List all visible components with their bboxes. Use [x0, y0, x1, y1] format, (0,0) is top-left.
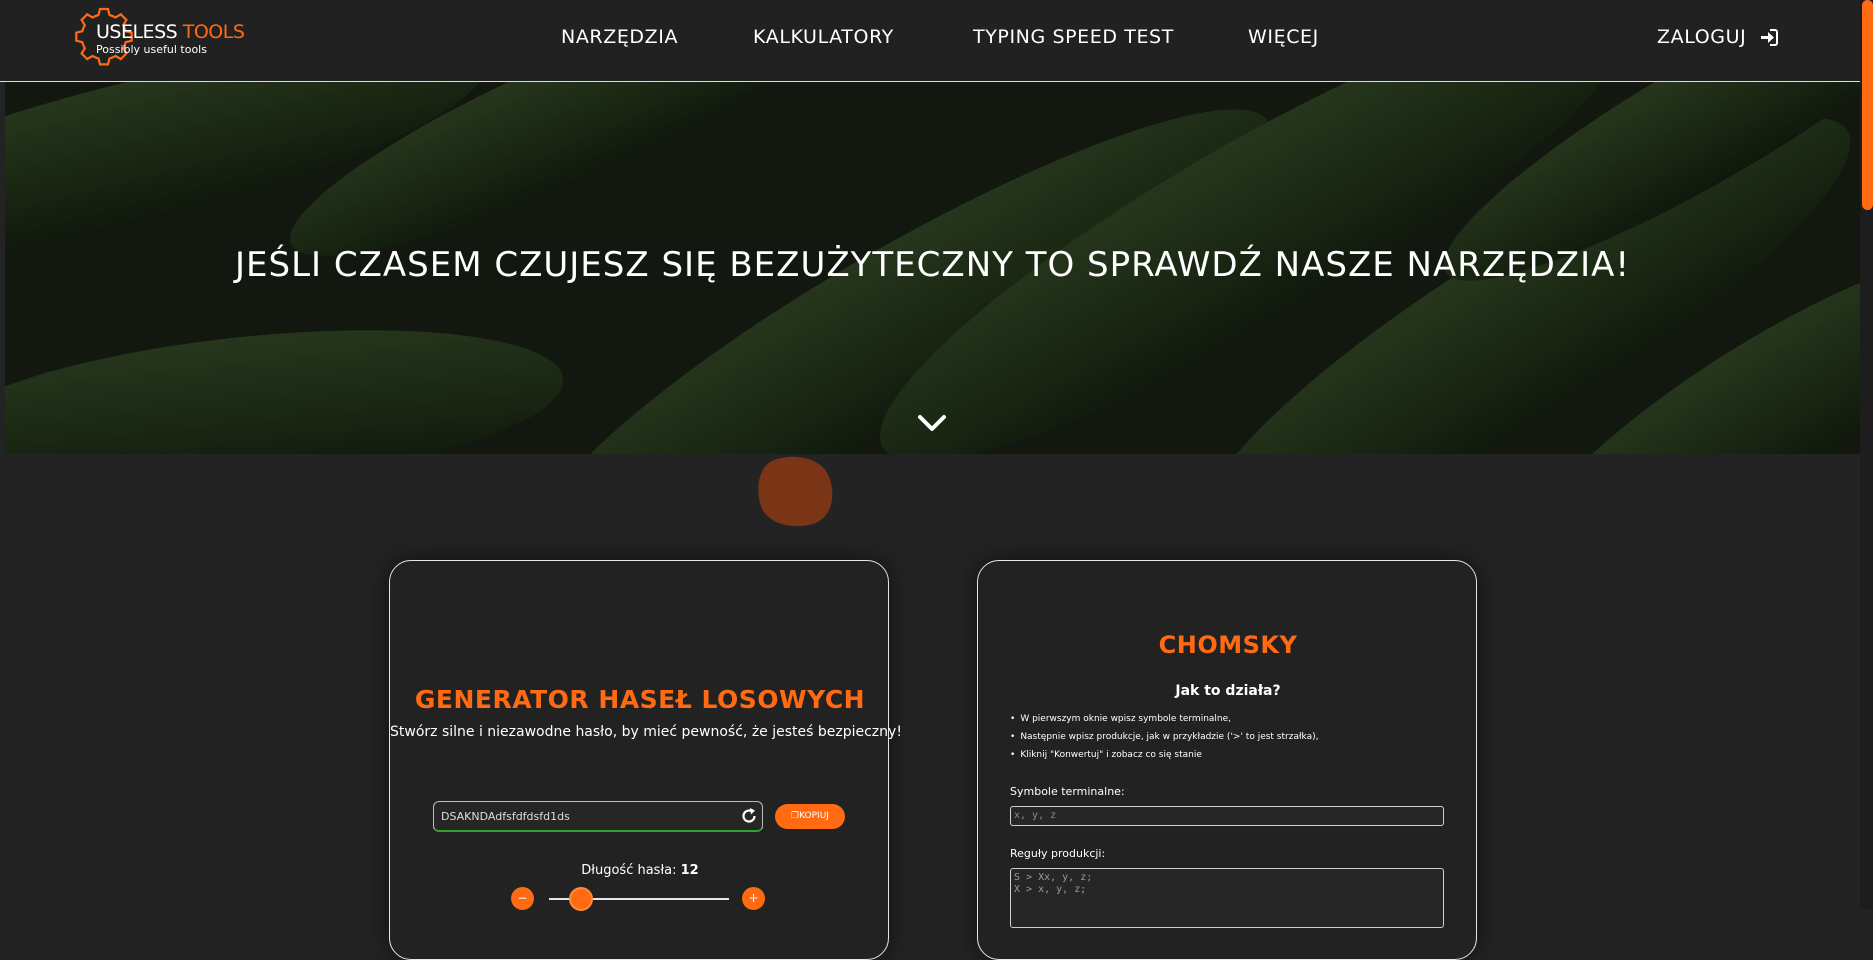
- login-label: ZALOGUJ: [1657, 26, 1747, 48]
- scrollbar-thumb[interactable]: [1862, 0, 1873, 210]
- top-navbar: USELESS TOOLS Possibly useful tools NARZ…: [0, 0, 1860, 82]
- password-generator-card: GENERATOR HASEŁ LOSOWYCH Stwórz silne i …: [389, 560, 902, 960]
- sign-in-icon: [1761, 28, 1779, 46]
- list-item: W pierwszym oknie wpisz symbole terminal…: [1010, 710, 1318, 728]
- decorative-blob: [758, 456, 833, 527]
- rules-label: Reguły produkcji:: [1010, 847, 1106, 860]
- terminals-label: Symbole terminalne:: [1010, 785, 1125, 798]
- password-generator-subtitle: Stwórz silne i niezawodne hasło, by mieć…: [390, 724, 902, 740]
- copy-button[interactable]: ❐KOPIUJ: [775, 804, 845, 829]
- password-length-label: Długość hasła: 12: [581, 863, 699, 878]
- site-logo[interactable]: USELESS TOOLS Possibly useful tools: [74, 5, 245, 71]
- page-scrollbar[interactable]: [1860, 0, 1873, 909]
- chomsky-title: CHOMSKY: [1158, 631, 1298, 659]
- nav-narzedzia[interactable]: NARZĘDZIA: [561, 26, 678, 48]
- login-button[interactable]: ZALOGUJ: [1657, 26, 1779, 48]
- password-length-value: 12: [680, 863, 699, 878]
- hero-banner: JEŚLI CZASEM CZUJESZ SIĘ BEZUŻYTECZNY TO…: [5, 82, 1860, 454]
- chevron-down-icon[interactable]: [917, 412, 947, 434]
- rules-textarea[interactable]: S > Xx, y, z; X > x, y, z;: [1010, 868, 1444, 928]
- terminals-input[interactable]: x, y, z: [1010, 806, 1444, 826]
- list-item: Kliknij "Konwertuj" i zobacz co się stan…: [1010, 746, 1318, 764]
- instructions-list: W pierwszym oknie wpisz symbole terminal…: [1010, 710, 1318, 764]
- copy-icon: ❐: [791, 811, 800, 821]
- nav-wiecej[interactable]: WIĘCEJ: [1248, 26, 1319, 48]
- password-output-field[interactable]: DSAKNDAdfsfdfdsfd1ds: [433, 801, 763, 832]
- decrease-length-button[interactable]: −: [511, 887, 534, 910]
- list-item: Następnie wpisz produkcje, jak w przykła…: [1010, 728, 1318, 746]
- how-it-works-heading: Jak to działa?: [1175, 683, 1281, 699]
- length-slider-thumb[interactable]: [569, 887, 594, 911]
- nav-typing-speed-test[interactable]: TYPING SPEED TEST: [973, 26, 1174, 48]
- hero-title: JEŚLI CZASEM CZUJESZ SIĘ BEZUŻYTECZNY TO…: [234, 245, 1631, 285]
- password-generator-title: GENERATOR HASEŁ LOSOWYCH: [414, 685, 866, 714]
- refresh-icon[interactable]: [740, 807, 758, 825]
- logo-title: USELESS TOOLS: [96, 21, 245, 43]
- nav-kalkulatory[interactable]: KALKULATORY: [753, 26, 894, 48]
- logo-subtitle: Possibly useful tools: [96, 43, 207, 56]
- chomsky-card: CHOMSKY Jak to działa? W pierwszym oknie…: [977, 560, 1477, 960]
- increase-length-button[interactable]: +: [742, 887, 765, 910]
